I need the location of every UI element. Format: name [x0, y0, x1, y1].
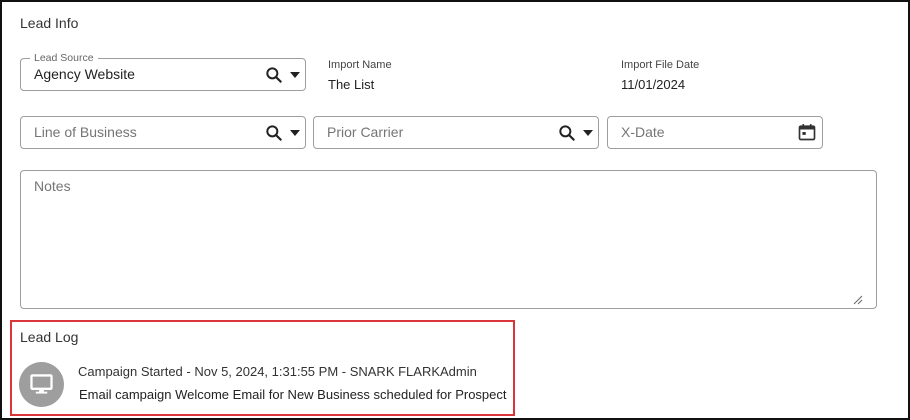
- monitor-icon: [30, 374, 53, 394]
- search-icon[interactable]: [264, 123, 284, 143]
- import-name-label: Import Name: [328, 59, 392, 71]
- log-entry-message: Email campaign Welcome Email for New Bus…: [79, 387, 507, 402]
- log-entry-header: Campaign Started - Nov 5, 2024, 1:31:55 …: [78, 364, 477, 379]
- dropdown-arrow-icon[interactable]: [289, 70, 301, 80]
- calendar-icon[interactable]: [797, 122, 817, 142]
- import-name-value: The List: [328, 77, 375, 92]
- x-date-placeholder: X-Date: [621, 124, 665, 140]
- import-file-date-value: 11/01/2024: [621, 77, 686, 92]
- line-of-business-placeholder: Line of Business: [34, 124, 137, 140]
- dropdown-arrow-icon[interactable]: [582, 128, 594, 138]
- x-date-field[interactable]: X-Date: [607, 116, 823, 149]
- import-file-date-label: Import File Date: [621, 59, 700, 71]
- lead-source-label: Lead Source: [30, 52, 98, 64]
- search-icon[interactable]: [557, 123, 577, 143]
- resize-handle-icon[interactable]: [853, 295, 863, 305]
- lead-log-title: Lead Log: [20, 329, 79, 345]
- dropdown-arrow-icon[interactable]: [289, 128, 301, 138]
- lead-info-title: Lead Info: [20, 15, 79, 31]
- search-icon[interactable]: [264, 65, 284, 85]
- line-of-business-field[interactable]: Line of Business: [20, 116, 306, 149]
- log-entry-avatar: [19, 362, 64, 407]
- lead-source-value: Agency Website: [34, 66, 135, 82]
- notes-textarea[interactable]: Notes: [20, 170, 877, 309]
- notes-placeholder: Notes: [34, 178, 71, 194]
- prior-carrier-field[interactable]: Prior Carrier: [313, 116, 599, 149]
- lead-source-field[interactable]: Lead Source Agency Website: [20, 52, 306, 91]
- prior-carrier-placeholder: Prior Carrier: [327, 124, 404, 140]
